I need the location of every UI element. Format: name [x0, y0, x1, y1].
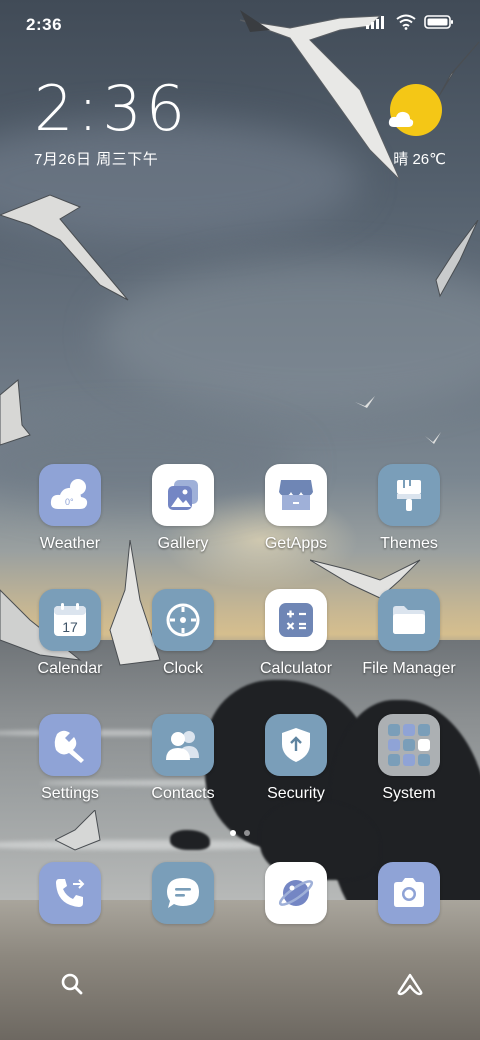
page-indicator[interactable] — [0, 830, 480, 836]
calendar-icon: 17 — [39, 589, 101, 651]
seagull-image — [355, 396, 375, 408]
app-label: Contacts — [151, 785, 215, 802]
mini-app-grid-icon — [388, 724, 430, 766]
clock-date: 7月26日 周三下午 — [34, 151, 159, 168]
app-label: Weather — [39, 535, 101, 552]
app-label: GetApps — [264, 535, 328, 552]
weather-icon: 0° — [39, 464, 101, 526]
page-dot — [244, 830, 250, 836]
search-icon — [61, 973, 83, 995]
clock-time: 2:36 — [34, 72, 190, 145]
search-button[interactable] — [48, 960, 96, 1008]
app-calendar[interactable]: 17 Calendar — [15, 589, 125, 678]
planet-icon — [265, 862, 327, 924]
paintbrush-icon — [397, 480, 421, 511]
app-file-manager[interactable]: File Manager — [354, 589, 464, 678]
wrench-icon — [39, 714, 101, 776]
folder-icon — [378, 589, 440, 651]
people-icon — [166, 731, 199, 760]
app-gallery[interactable]: Gallery — [128, 464, 238, 553]
contacts-icon — [152, 714, 214, 776]
calculator-icon — [265, 589, 327, 651]
app-label: Gallery — [157, 535, 209, 552]
weather-icon-temp: 0° — [65, 497, 74, 507]
phone-icon — [39, 862, 101, 924]
app-label: Security — [267, 785, 325, 802]
app-label: Settings — [41, 785, 99, 802]
page-dot-active — [230, 830, 236, 836]
folder-grid-icon — [378, 714, 440, 776]
signal-icon — [366, 16, 384, 29]
phone-handset-icon — [56, 879, 85, 907]
store-icon — [265, 464, 327, 526]
calculator-keys-icon — [279, 603, 313, 637]
cloud-sun-icon: 0° — [50, 479, 88, 509]
storefront-icon — [279, 480, 313, 510]
chat-bubble-icon — [167, 878, 199, 908]
seagull-image — [0, 379, 31, 446]
weather-summary: 晴 26℃ — [393, 151, 446, 168]
app-folder-system[interactable]: System — [354, 714, 464, 803]
cloud-icon — [388, 111, 414, 127]
calendar-page-icon: 17 — [54, 603, 86, 636]
dock-camera[interactable] — [354, 862, 464, 924]
browser-planet-icon — [278, 880, 314, 906]
assistant-button[interactable] — [386, 960, 434, 1008]
app-getapps[interactable]: GetApps — [241, 464, 351, 553]
app-clock[interactable]: Clock — [128, 589, 238, 678]
clock-widget[interactable]: 2:36 7月26日 周三下午 — [34, 76, 189, 169]
bottom-bar — [0, 958, 480, 1010]
app-label: Calculator — [259, 660, 333, 677]
status-time: 2:36 — [26, 15, 63, 34]
app-contacts[interactable]: Contacts — [128, 714, 238, 803]
sunny-cloud-icon — [388, 84, 442, 136]
shield-arrow-icon — [282, 728, 310, 762]
app-label: Calendar — [37, 660, 103, 677]
battery-icon — [424, 15, 453, 29]
wifi-icon — [396, 14, 416, 30]
app-label: Themes — [380, 535, 438, 552]
dock-messages[interactable] — [128, 862, 238, 924]
camera-icon — [378, 862, 440, 924]
calendar-day: 17 — [62, 619, 78, 635]
dock-browser[interactable] — [241, 862, 351, 924]
dock-phone[interactable] — [15, 862, 125, 924]
seagull-image — [425, 432, 441, 444]
weather-widget[interactable]: 晴 26℃ — [388, 84, 446, 169]
app-label: System — [382, 785, 436, 802]
app-settings[interactable]: Settings — [15, 714, 125, 803]
assistant-icon — [397, 973, 423, 996]
app-label: Clock — [162, 660, 203, 677]
folder-open-icon — [393, 606, 425, 634]
wrench-tool-icon — [54, 730, 84, 763]
seagull-image — [435, 220, 479, 298]
app-security[interactable]: Security — [241, 714, 351, 803]
app-themes[interactable]: Themes — [354, 464, 464, 553]
gallery-icon — [152, 464, 214, 526]
image-icon — [168, 480, 198, 510]
message-icon — [152, 862, 214, 924]
status-icons — [366, 14, 454, 30]
clock-face-icon — [166, 603, 200, 637]
clock-icon — [152, 589, 214, 651]
status-bar: 2:36 — [0, 0, 480, 50]
camera-body-icon — [394, 878, 424, 907]
brush-icon — [378, 464, 440, 526]
seagull-image — [0, 194, 129, 301]
app-calculator[interactable]: Calculator — [241, 589, 351, 678]
app-label: File Manager — [362, 660, 456, 677]
app-weather[interactable]: 0° Weather — [15, 464, 125, 553]
shield-icon — [265, 714, 327, 776]
